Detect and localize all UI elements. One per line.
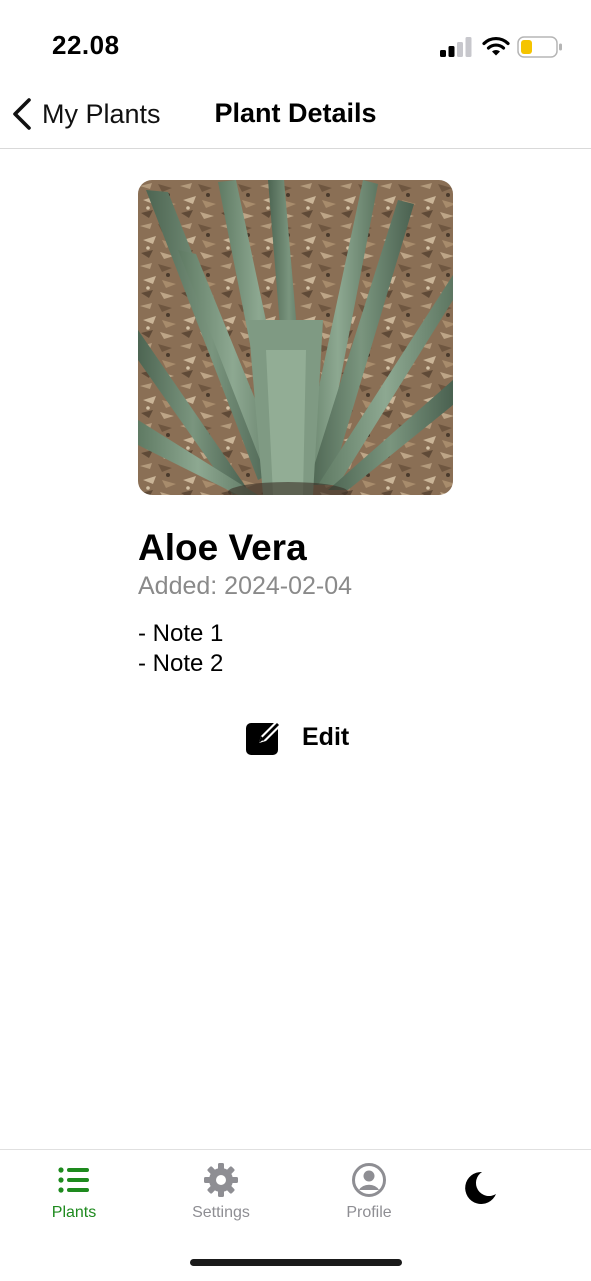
gear-icon (204, 1163, 238, 1197)
list-icon (58, 1167, 89, 1193)
wifi-icon (482, 36, 510, 56)
tab-bar: Plants Settings Profile (0, 1149, 591, 1281)
cellular-signal-icon (440, 37, 472, 57)
battery-icon (517, 36, 562, 58)
tab-plants[interactable]: Plants (19, 1162, 129, 1222)
status-time: 22.08 (52, 30, 120, 60)
tab-settings[interactable]: Settings (166, 1162, 276, 1222)
plant-added-date: Added: 2024-02-04 (138, 572, 353, 600)
tab-profile[interactable]: Profile (314, 1162, 424, 1222)
plant-photo (138, 180, 453, 495)
aloe-vera-image (138, 180, 453, 495)
note-item: - Note 2 (138, 650, 224, 677)
tab-label: Settings (192, 1204, 250, 1221)
status-bar: 22.08 (0, 0, 591, 80)
home-indicator (190, 1259, 402, 1266)
tab-label: Plants (51, 1204, 97, 1221)
page-title: Plant Details (214, 98, 377, 128)
plant-notes: - Note 1 - Note 2 (138, 619, 223, 679)
note-item: - Note 1 (138, 620, 224, 647)
moon-icon[interactable] (458, 1168, 498, 1208)
person-circle-icon (352, 1163, 386, 1197)
page-title-container: Plant Details (0, 98, 591, 129)
navigation-bar: My Plants Plant Details (0, 80, 591, 149)
tab-label: Profile (346, 1204, 392, 1221)
edit-button[interactable]: Edit (245, 716, 349, 758)
plant-name: Aloe Vera (138, 527, 307, 568)
edit-icon (246, 719, 283, 755)
edit-button-label: Edit (302, 722, 350, 751)
